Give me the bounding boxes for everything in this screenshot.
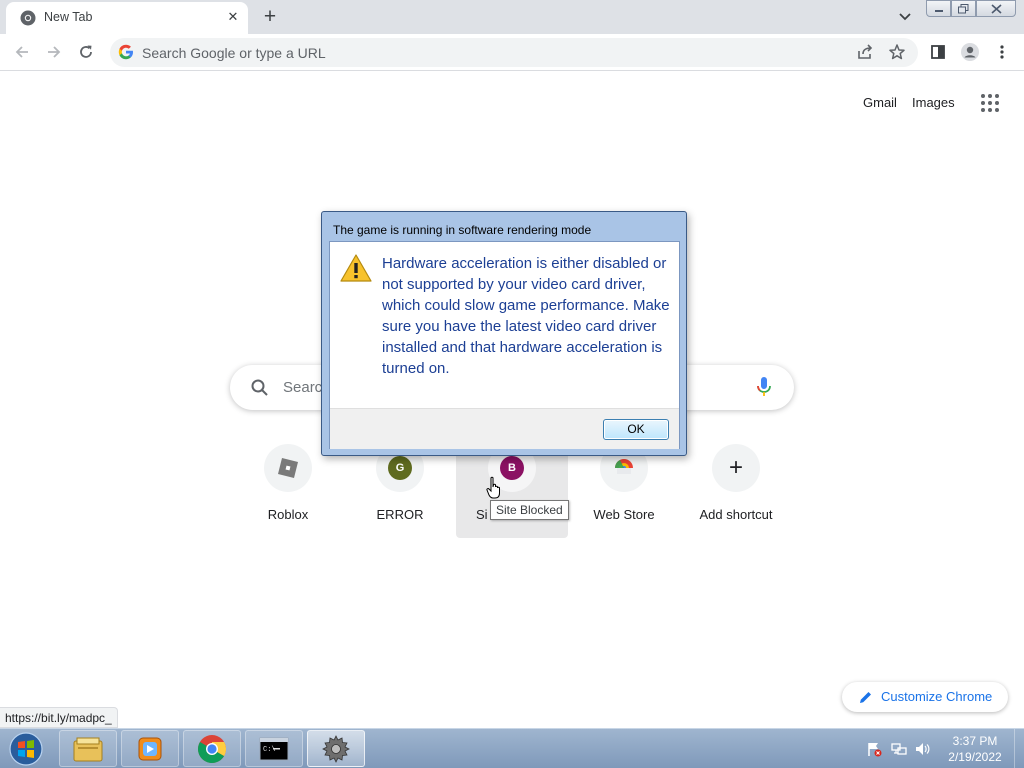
add-shortcut-tile: + [712,444,760,492]
media-player-icon [138,737,162,760]
taskbar: C:\ 3:37 PM 2/19/2022 [0,728,1024,768]
dialog-message: Hardware acceleration is either disabled… [382,255,670,377]
shortcut-label: Add shortcut [699,507,773,522]
chrome-menu-button[interactable] [992,42,1012,62]
shortcut-label: Roblox [267,507,309,522]
close-window-button[interactable] [976,0,1016,17]
dialog-body: Hardware acceleration is either disabled… [329,241,680,449]
restore-icon [958,3,969,13]
chevron-down-icon[interactable] [896,8,914,26]
windows-start-icon[interactable] [6,731,46,767]
tab-close-icon[interactable]: ✕ [224,8,242,26]
letter-g-icon: G [388,456,412,480]
reload-icon [80,45,92,58]
side-panel-icon [931,45,945,59]
ntp-search-placeholder: Searc [283,379,323,396]
tab-new-tab[interactable]: New Tab ✕ [6,2,248,34]
google-apps-icon[interactable] [980,93,1000,113]
google-g-icon [118,44,133,60]
shortcut-label: Web Store [593,507,655,522]
omnibox-placeholder: Search Google or type a URL [142,45,326,61]
back-arrow-icon [15,46,28,58]
side-panel-button[interactable] [928,42,948,62]
taskbar-game-app[interactable] [307,730,365,767]
screen: New Tab ✕ + Search Google or type a URL … [0,0,1024,768]
profile-button[interactable] [960,42,980,62]
network-icon[interactable] [891,741,907,757]
plus-icon: + [728,454,743,481]
explorer-icon [73,737,103,761]
forward-button[interactable] [44,42,64,62]
taskbar-chrome[interactable] [183,730,241,767]
back-button[interactable] [12,42,32,62]
tab-title: New Tab [44,10,93,24]
gmail-link[interactable]: Gmail [863,95,897,110]
shortcut-label: ERROR [376,507,424,522]
close-icon [990,3,1002,14]
bookmark-star-icon[interactable] [888,43,906,61]
reload-button[interactable] [76,42,96,62]
forward-arrow-icon [48,46,61,58]
customize-chrome-label: Customize Chrome [881,689,993,704]
hand-cursor-icon [486,476,500,499]
pencil-icon [860,692,871,703]
shortcut-roblox-tile [264,444,312,492]
warning-icon [340,254,372,282]
taskbar-media-player[interactable] [121,730,179,767]
clock-time[interactable]: 3:37 PM [940,734,1010,748]
shortcut-add[interactable]: + Add shortcut [680,434,792,538]
ok-button[interactable]: OK [603,419,669,440]
software-rendering-dialog: The game is running in software renderin… [321,211,687,456]
dialog-footer: OK [330,408,679,449]
clock-date[interactable]: 2/19/2022 [940,750,1010,764]
minimize-icon [934,9,943,12]
action-center-flag-icon[interactable] [866,741,882,757]
roblox-icon [278,458,298,478]
images-link[interactable]: Images [912,95,955,110]
toolbar: Search Google or type a URL [0,34,1024,71]
search-icon [251,379,268,396]
share-icon[interactable] [856,43,874,61]
cmd-icon: C:\ [259,737,289,760]
taskbar-explorer[interactable] [59,730,117,767]
volume-icon[interactable] [914,741,930,757]
window-controls [926,0,1018,18]
omnibox[interactable]: Search Google or type a URL [110,38,918,67]
dialog-title: The game is running in software renderin… [333,223,592,237]
new-tab-button[interactable]: + [258,5,282,29]
show-desktop-button[interactable] [1014,729,1024,768]
chrome-icon [198,734,226,763]
microphone-icon[interactable] [754,376,774,398]
tab-strip: New Tab ✕ + [0,0,1024,34]
taskbar-cmd[interactable]: C:\ [245,730,303,767]
profile-icon [961,43,979,61]
minimize-button[interactable] [926,0,951,17]
restore-button[interactable] [951,0,976,17]
shortcut-tooltip: Site Blocked [490,500,569,520]
svg-text:C:\: C:\ [263,746,276,754]
gear-app-icon [322,734,350,763]
chrome-icon [20,10,36,26]
more-vert-icon [1000,45,1004,59]
web-store-icon [615,459,633,474]
status-url-bubble: https://bit.ly/madpc_ [0,707,118,728]
customize-chrome-button[interactable]: Customize Chrome [842,682,1008,712]
